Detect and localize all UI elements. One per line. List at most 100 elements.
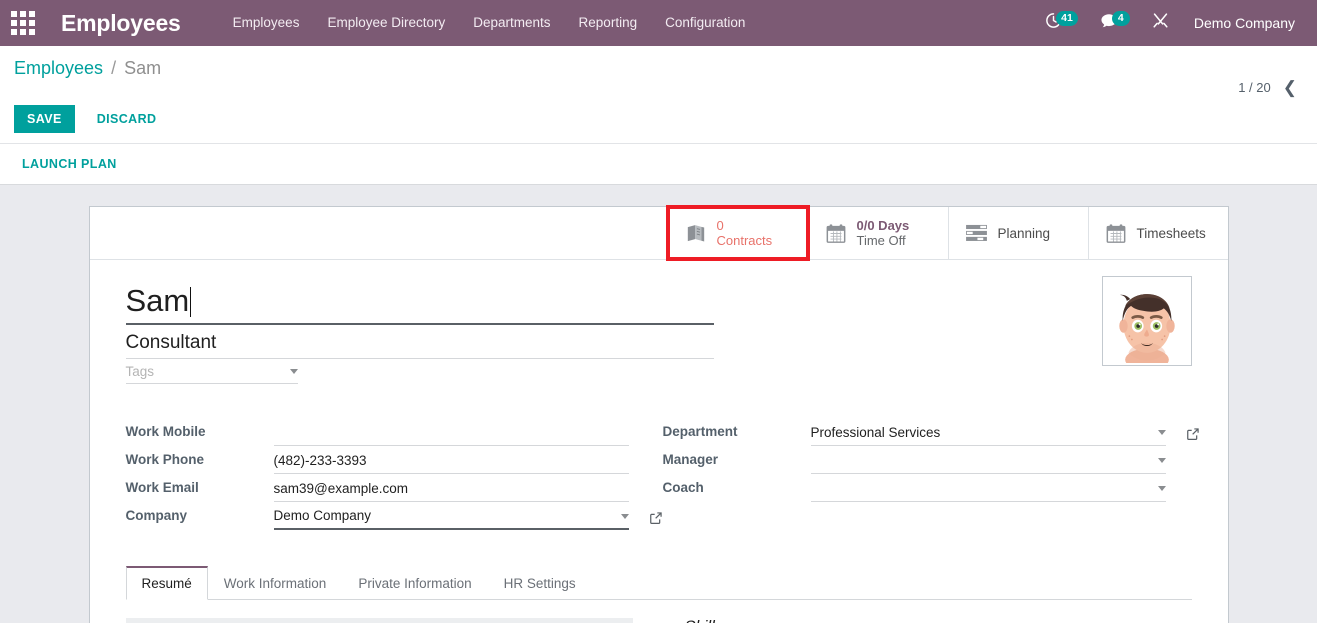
chevron-down-icon[interactable]: [1157, 458, 1166, 463]
input-work-mobile[interactable]: [273, 423, 629, 446]
input-manager[interactable]: [810, 451, 1166, 474]
job-title-value: Consultant: [125, 332, 217, 353]
time-off-days: 0/0 Days: [856, 218, 910, 233]
time-off-label: Time Off: [856, 233, 906, 248]
employee-name-value: Sam: [125, 283, 190, 318]
save-button[interactable]: SAVE: [14, 105, 75, 133]
notebook-tabs: Resumé Work Information Private Informat…: [125, 566, 1192, 600]
employee-name-field[interactable]: Sam: [125, 282, 714, 325]
contracts-count: 0: [716, 218, 724, 233]
discard-button[interactable]: DISCARD: [85, 105, 169, 133]
field-coach: Coach: [663, 474, 1192, 502]
navbar-systray: 41 4 Demo Company: [1034, 0, 1317, 46]
fields-column-right: Department Professional Services Manager…: [662, 418, 1199, 530]
breadcrumb: Employees / Sam: [14, 57, 161, 79]
tab-resume[interactable]: Resumé: [125, 566, 208, 600]
external-link-icon[interactable]: [1186, 427, 1200, 441]
employee-form-sheet: 0 Contracts 0/0 Days Time Off Planning T…: [88, 205, 1229, 623]
notebook-page-resume: Experience ADD Skills: [125, 600, 1192, 623]
field-label-work-mobile: Work Mobile: [125, 424, 206, 439]
pager-counter: 1 / 20: [1238, 80, 1271, 95]
field-company: Company Demo Company: [126, 502, 662, 530]
job-title-field[interactable]: Consultant: [125, 325, 714, 359]
smart-button-timesheets-text: Timesheets: [1137, 226, 1206, 241]
breadcrumb-separator: /: [111, 58, 117, 78]
field-work-mobile: Work Mobile: [126, 418, 655, 446]
input-work-phone[interactable]: (482)-233-3393: [273, 451, 629, 474]
smart-button-timesheets[interactable]: Timesheets: [1087, 207, 1228, 259]
contract-book-icon: [685, 223, 707, 243]
input-department[interactable]: Professional Services: [810, 423, 1166, 446]
calendar-icon: [1105, 223, 1127, 244]
chevron-down-icon[interactable]: [289, 369, 298, 374]
messages-count-badge: 4: [1111, 11, 1130, 26]
external-link-slot-department: [1166, 427, 1199, 446]
value-work-email: sam39@example.com: [273, 480, 409, 496]
control-panel: Employees / Sam 1 / 20 ❮ SAVE DISCARD LA…: [0, 46, 1317, 185]
calendar-icon: [825, 223, 847, 244]
input-work-email[interactable]: sam39@example.com: [273, 479, 629, 502]
tab-work-information[interactable]: Work Information: [208, 566, 343, 600]
app-brand-title: Employees: [61, 9, 181, 36]
chevron-down-icon[interactable]: [1157, 486, 1166, 491]
debug-manager-button[interactable]: [1141, 0, 1180, 46]
top-navbar: Employees Employees Employee Directory D…: [0, 0, 1317, 46]
smart-button-contracts[interactable]: 0 Contracts: [665, 205, 810, 261]
smart-button-planning[interactable]: Planning: [947, 207, 1088, 259]
menu-item-configuration[interactable]: Configuration: [651, 0, 759, 46]
apps-grid-glyph: [11, 11, 35, 35]
tab-private-information[interactable]: Private Information: [342, 566, 487, 600]
main-menu: Employees Employee Directory Departments…: [219, 0, 760, 46]
activity-count-badge: 41: [1056, 11, 1078, 26]
input-coach[interactable]: [810, 479, 1166, 502]
external-link-icon[interactable]: [649, 511, 663, 525]
field-label-work-phone: Work Phone: [125, 452, 205, 467]
smart-button-box: 0 Contracts 0/0 Days Time Off Planning T…: [89, 205, 1228, 261]
skills-section: Skills: [659, 618, 1192, 623]
menu-item-employee-directory[interactable]: Employee Directory: [313, 0, 459, 46]
value-work-phone: (482)-233-3393: [273, 452, 367, 468]
planning-bars-icon: [965, 224, 988, 242]
contracts-label: Contracts: [716, 233, 773, 248]
breadcrumb-root-link[interactable]: Employees: [14, 58, 103, 78]
chevron-down-icon[interactable]: [1157, 430, 1166, 435]
messaging-menu-button[interactable]: 4: [1089, 0, 1141, 46]
field-manager: Manager: [663, 446, 1192, 474]
value-department: Professional Services: [810, 424, 941, 440]
smart-button-time-off[interactable]: 0/0 Days Time Off: [807, 207, 948, 259]
menu-item-employees[interactable]: Employees: [219, 0, 314, 46]
user-company-menu[interactable]: Demo Company: [1180, 15, 1303, 31]
smart-button-time-off-text: 0/0 Days Time Off: [857, 218, 910, 248]
experience-header: Experience ADD: [125, 618, 633, 623]
field-department: Department Professional Services: [662, 418, 1199, 446]
value-company: Demo Company: [273, 508, 372, 523]
field-label-manager: Manager: [662, 452, 719, 467]
field-label-department: Department: [662, 424, 738, 439]
field-label-coach: Coach: [662, 480, 704, 495]
planning-label: Planning: [997, 225, 1051, 241]
notebook: Resumé Work Information Private Informat…: [125, 566, 1192, 623]
chevron-down-icon[interactable]: [620, 513, 629, 519]
title-zone: Sam Consultant Tags: [125, 272, 1192, 384]
tags-placeholder: Tags: [125, 364, 155, 379]
external-link-slot-company: [629, 511, 662, 530]
activity-menu-button[interactable]: 41: [1034, 0, 1089, 46]
smart-button-contracts-text: 0 Contracts: [717, 218, 773, 248]
experience-section: Experience ADD: [125, 618, 659, 623]
control-panel-top-row: Employees / Sam 1 / 20 ❮: [0, 46, 1317, 96]
apps-grid-icon[interactable]: [0, 0, 46, 46]
smart-button-planning-text: Planning: [998, 226, 1051, 241]
form-view-container: 0 Contracts 0/0 Days Time Off Planning T…: [0, 185, 1317, 623]
avatar[interactable]: [1101, 276, 1192, 366]
menu-item-departments[interactable]: Departments: [459, 0, 564, 46]
menu-item-reporting[interactable]: Reporting: [565, 0, 652, 46]
launch-plan-button[interactable]: LAUNCH PLAN: [22, 157, 117, 171]
tags-field[interactable]: Tags: [125, 359, 298, 384]
breadcrumb-current: Sam: [124, 58, 162, 78]
input-company[interactable]: Demo Company: [273, 507, 629, 530]
form-action-buttons: SAVE DISCARD: [0, 96, 1317, 143]
text-cursor: [190, 287, 192, 317]
tab-hr-settings[interactable]: HR Settings: [488, 566, 592, 600]
form-body: Sam Consultant Tags Work Mobile Work Pho…: [90, 260, 1228, 623]
chevron-left-icon[interactable]: ❮: [1271, 79, 1303, 96]
